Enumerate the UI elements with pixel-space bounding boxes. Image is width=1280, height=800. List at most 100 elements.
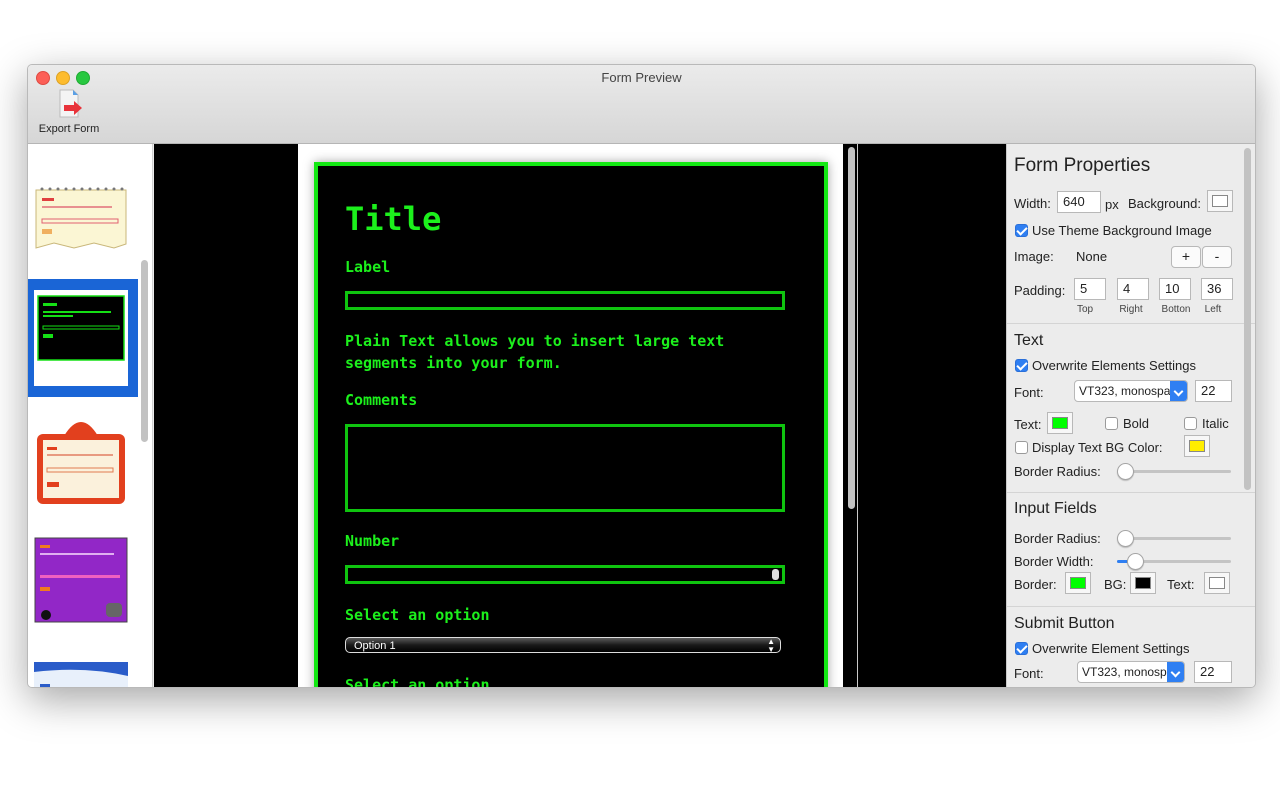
padding-right-input[interactable]: 4 — [1117, 278, 1149, 300]
add-image-button[interactable]: + — [1171, 246, 1201, 268]
titlebar: Form Preview Export Form — [28, 65, 1255, 144]
remove-image-button[interactable]: - — [1202, 246, 1232, 268]
submit-font-size-input[interactable]: 22 — [1194, 661, 1232, 683]
padding-top-caption: Top — [1076, 304, 1094, 315]
input-bg-color-label: BG: — [1104, 577, 1127, 592]
bold-checkbox[interactable] — [1105, 417, 1118, 430]
text-border-radius-knob[interactable] — [1117, 463, 1134, 480]
comments-label: Comments — [345, 391, 418, 409]
chevron-down-icon — [1167, 662, 1184, 682]
number-stepper-icon[interactable] — [772, 569, 779, 580]
submit-button-heading: Submit Button — [1014, 615, 1115, 632]
input-border-color-label: Border: — [1014, 577, 1057, 592]
theme-thumbnail-terminal[interactable] — [34, 290, 128, 386]
px-unit: px — [1105, 197, 1119, 212]
padding-left-input[interactable]: 36 — [1201, 278, 1233, 300]
submit-font-select[interactable]: VT323, monospace — [1077, 661, 1185, 683]
text-color-label: Text: — [1014, 417, 1042, 432]
section-separator — [1007, 492, 1255, 493]
theme-sidebar — [28, 144, 153, 687]
submit-font-label: Font: — [1014, 666, 1044, 681]
font-select-value: VT323, monospace — [1079, 384, 1184, 398]
background-color-swatch[interactable] — [1207, 190, 1233, 212]
option-select-value: Option 1 — [354, 640, 396, 652]
font-label: Font: — [1014, 385, 1044, 400]
export-form-button[interactable]: Export Form — [34, 87, 104, 135]
preview-form: Title Label Plain Text allows you to ins… — [314, 162, 828, 687]
width-input[interactable]: 640 — [1057, 191, 1101, 213]
text-color-swatch[interactable] — [1047, 412, 1073, 434]
blue-theme-preview — [34, 662, 128, 687]
input-border-width-knob[interactable] — [1126, 553, 1144, 570]
bold-label: Bold — [1123, 416, 1150, 431]
padding-bottom-caption: Botton — [1161, 304, 1191, 315]
properties-panel: Form Properties Width: 640 px Background… — [1006, 144, 1255, 687]
form-properties-heading: Form Properties — [1014, 155, 1151, 176]
notebook-theme-preview — [35, 187, 127, 249]
padding-top-input[interactable]: 5 — [1074, 278, 1106, 300]
label-text-input[interactable] — [345, 291, 785, 310]
input-border-color-swatch[interactable] — [1065, 572, 1091, 594]
form-preview-window: Form Preview Export Form Title Label Pla… — [27, 64, 1256, 688]
select-label-2: Select an option — [345, 676, 490, 687]
italic-checkbox[interactable] — [1184, 417, 1197, 430]
input-text-color-label: Text: — [1167, 577, 1195, 592]
theme-thumbnail-blue[interactable] — [34, 662, 128, 687]
display-text-bg-checkbox[interactable] — [1015, 441, 1028, 454]
input-border-radius-knob[interactable] — [1117, 530, 1134, 547]
padding-left-caption: Left — [1204, 304, 1222, 315]
input-fields-heading: Input Fields — [1014, 500, 1097, 517]
chevron-down-icon — [1170, 381, 1187, 401]
background-label: Background: — [1128, 196, 1201, 211]
label-field-label: Label — [345, 258, 391, 276]
padding-right-caption: Right — [1119, 304, 1143, 315]
text-border-radius-label: Border Radius: — [1014, 464, 1101, 479]
halloween-theme-preview — [34, 537, 128, 623]
number-label: Number — [345, 532, 400, 550]
input-border-width-label: Border Width: — [1014, 554, 1094, 569]
option-select[interactable]: Option 1 ▲ ▼ — [345, 637, 781, 654]
comments-textarea[interactable] — [345, 424, 785, 512]
export-form-label: Export Form — [38, 123, 100, 135]
canvas-scrollbar[interactable] — [848, 147, 855, 509]
input-text-color-swatch[interactable] — [1204, 572, 1230, 594]
font-size-input[interactable]: 22 — [1195, 380, 1232, 402]
window-title: Form Preview — [601, 70, 682, 85]
export-document-icon — [59, 89, 82, 118]
overwrite-element-label: Overwrite Element Settings — [1032, 641, 1190, 656]
preview-canvas: Title Label Plain Text allows you to ins… — [154, 144, 857, 687]
italic-label: Italic — [1202, 416, 1229, 431]
text-bg-color-swatch[interactable] — [1184, 435, 1210, 457]
padding-label: Padding: — [1014, 283, 1066, 298]
image-value: None — [1076, 249, 1108, 264]
input-border-radius-slider[interactable] — [1117, 537, 1231, 540]
form-title: Title — [345, 200, 442, 238]
display-text-bg-label: Display Text BG Color: — [1032, 440, 1163, 455]
text-border-radius-slider[interactable] — [1117, 470, 1231, 473]
theme-thumbnail-notebook[interactable] — [34, 186, 128, 250]
section-separator — [1007, 606, 1255, 607]
section-separator — [1007, 323, 1255, 324]
text-heading: Text — [1014, 332, 1044, 349]
input-border-radius-label: Border Radius: — [1014, 531, 1101, 546]
overwrite-element-checkbox[interactable] — [1015, 642, 1028, 655]
overwrite-elements-checkbox[interactable] — [1015, 359, 1028, 372]
properties-scrollbar[interactable] — [1244, 148, 1251, 490]
sidebar-scrollbar[interactable] — [141, 260, 148, 442]
terminal-theme-preview — [34, 290, 128, 386]
use-theme-bg-label: Use Theme Background Image — [1032, 223, 1212, 238]
number-input[interactable] — [345, 565, 785, 584]
theme-thumbnail-marquee[interactable] — [34, 412, 128, 506]
marquee-theme-preview — [37, 422, 125, 504]
image-label: Image: — [1014, 249, 1054, 264]
font-select[interactable]: VT323, monospace — [1074, 380, 1188, 402]
input-bg-color-swatch[interactable] — [1130, 572, 1156, 594]
padding-bottom-input[interactable]: 10 — [1159, 278, 1191, 300]
select-arrows-icon: ▲ ▼ — [767, 637, 775, 654]
theme-thumbnail-halloween[interactable] — [34, 537, 128, 623]
plain-text-block: Plain Text allows you to insert large te… — [345, 332, 725, 372]
use-theme-bg-checkbox[interactable] — [1015, 224, 1028, 237]
width-label: Width: — [1014, 196, 1051, 211]
overwrite-elements-label: Overwrite Elements Settings — [1032, 358, 1197, 373]
select-label: Select an option — [345, 606, 490, 624]
